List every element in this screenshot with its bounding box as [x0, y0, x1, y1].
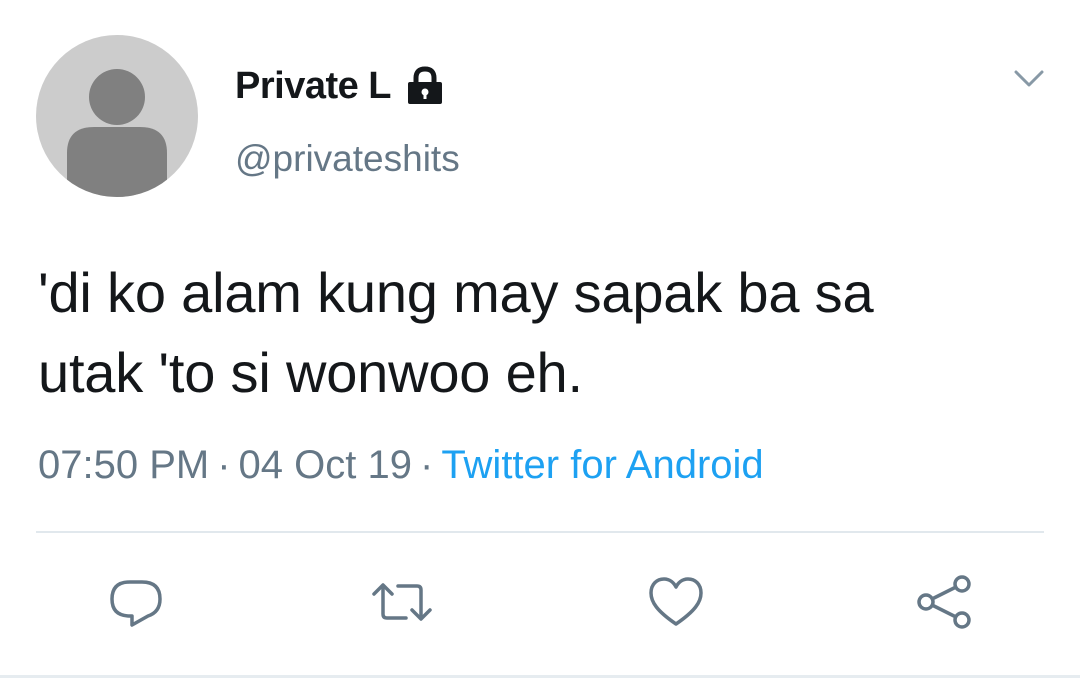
chevron-down-icon[interactable] — [1006, 62, 1052, 96]
author-name-row: Private L — [235, 62, 445, 110]
avatar[interactable] — [36, 35, 198, 197]
share-button[interactable] — [912, 570, 976, 634]
display-name[interactable]: Private L — [235, 65, 392, 108]
retweet-button[interactable] — [370, 570, 434, 634]
tweet-meta: 07:50 PM · 04 Oct 19 · Twitter for Android — [38, 443, 764, 488]
reply-button[interactable] — [104, 570, 168, 634]
divider — [36, 531, 1044, 533]
lock-icon — [405, 66, 445, 106]
meta-separator: · — [217, 443, 231, 487]
default-avatar-icon — [67, 69, 167, 197]
tweet-text-line: 'di ko alam kung may sapak ba sa — [38, 261, 874, 324]
meta-separator: · — [419, 443, 434, 487]
tweet-source-link[interactable]: Twitter for Android — [441, 443, 763, 487]
share-icon — [917, 575, 971, 629]
heart-icon — [649, 577, 703, 626]
tweet-card: Private L @privateshits 'di ko alam kung… — [0, 0, 1080, 678]
reply-icon — [110, 580, 162, 627]
user-handle[interactable]: @privateshits — [235, 138, 460, 180]
like-button[interactable] — [644, 570, 708, 634]
tweet-text-line: utak 'to si wonwoo eh. — [38, 341, 583, 404]
tweet-text: 'di ko alam kung may sapak ba sa utak 't… — [38, 253, 1048, 413]
retweet-icon — [372, 583, 432, 621]
tweet-date[interactable]: 04 Oct 19 — [239, 443, 412, 487]
tweet-time[interactable]: 07:50 PM — [38, 443, 209, 487]
